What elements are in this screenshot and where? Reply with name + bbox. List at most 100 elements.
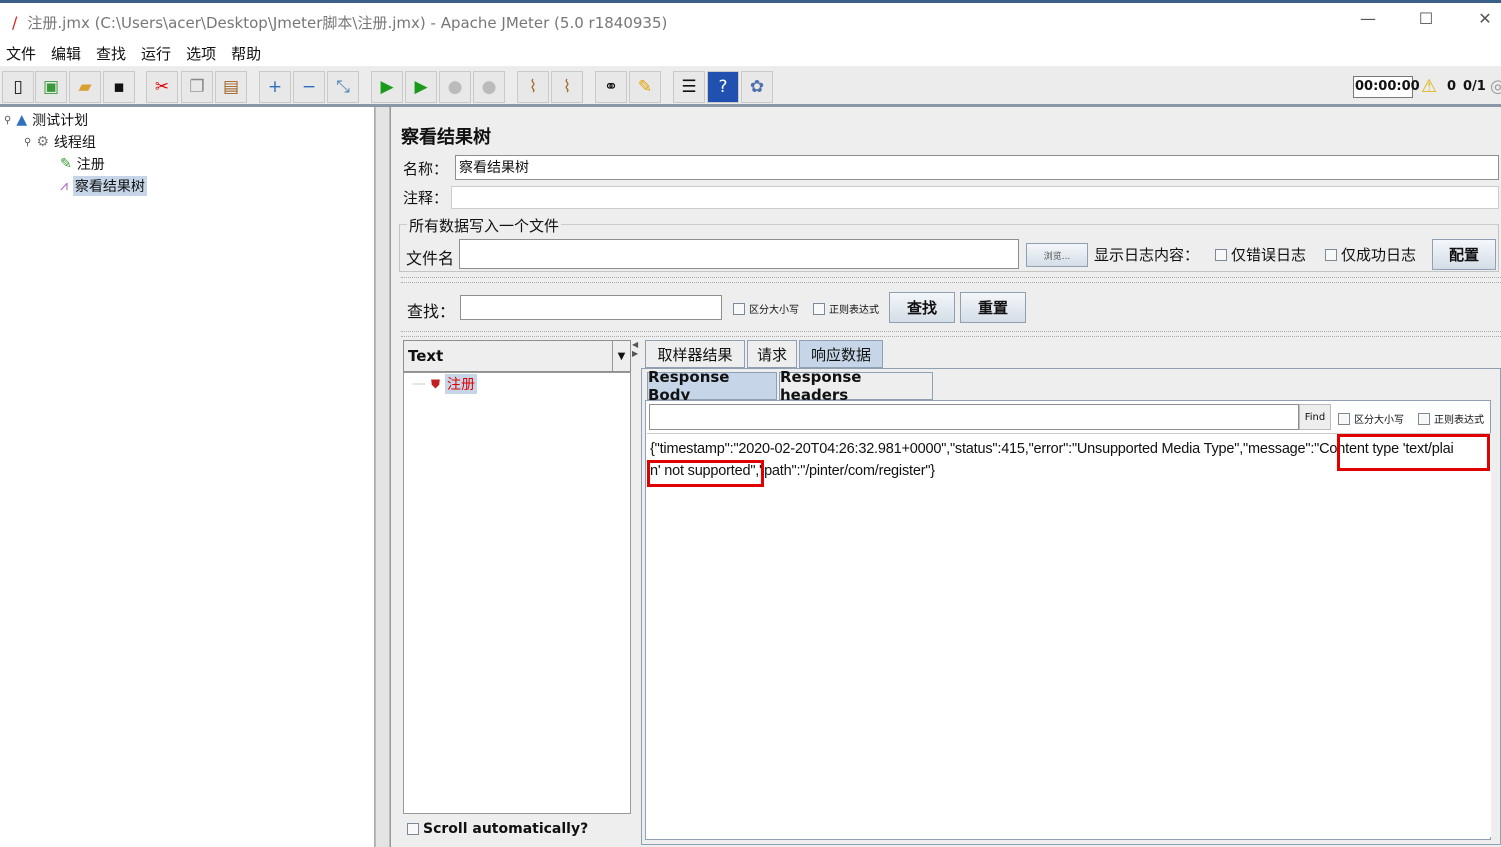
file-group-title: 所有数据写入一个文件	[407, 215, 562, 236]
checkbox-label: 正则表达式	[829, 305, 879, 316]
response-regex-checkbox[interactable]: 正则表达式	[1418, 411, 1484, 426]
file-name-field[interactable]	[459, 239, 1019, 269]
name-label: 名称：	[403, 160, 449, 178]
paste-icon[interactable]: ▤	[215, 71, 247, 103]
body-text: {"timestamp":"2020-02-20T04:26:32.981+00…	[650, 441, 1320, 457]
comments-field[interactable]	[451, 186, 1499, 209]
sample-item[interactable]: — ⛊ 注册	[412, 374, 478, 394]
browse-button[interactable]: 浏览...	[1026, 243, 1088, 267]
comments-label: 注释：	[403, 189, 449, 207]
tree-node-thread-group[interactable]: ⚲ ⚙ 线程组	[24, 132, 96, 152]
tree-node-sampler[interactable]: ✎ 注册	[60, 154, 105, 174]
collapse-arrows-icon[interactable]: ◀ ▶	[632, 340, 640, 370]
reset-button[interactable]: 重置	[960, 292, 1026, 323]
search-field[interactable]	[460, 295, 722, 320]
collapse-icon[interactable]: −	[293, 71, 325, 103]
menu-help[interactable]: 帮助	[231, 43, 261, 64]
name-field[interactable]: 察看结果树	[455, 155, 1499, 180]
jmeter-feather-icon: /	[12, 12, 18, 32]
warning-icon[interactable]: ⚠	[1421, 76, 1437, 97]
split-pane-divider[interactable]	[375, 107, 390, 847]
warning-count: 0	[1447, 79, 1457, 94]
cut-icon[interactable]: ✂	[146, 71, 178, 103]
minimize-button[interactable]: —	[1348, 9, 1388, 35]
renderer-value: Text	[408, 347, 444, 365]
log-content-label: 显示日志内容：	[1094, 246, 1200, 264]
menu-options[interactable]: 选项	[186, 43, 216, 64]
sample-list: — ⛊ 注册	[403, 372, 631, 814]
tab-response-body[interactable]: Response Body	[647, 368, 777, 404]
expand-icon[interactable]: +	[259, 71, 291, 103]
divider-handle[interactable]	[401, 331, 1501, 337]
menu-file[interactable]: 文件	[6, 43, 36, 64]
body-text: ,"path":"/pinter/com/register"}	[755, 463, 935, 479]
tree-node-results-tree[interactable]: ⩘ 察看结果树	[60, 176, 147, 196]
tab-sampler-result[interactable]: 取样器结果	[645, 340, 745, 368]
elapsed-timer: 00:00:00	[1353, 76, 1420, 98]
tree-label: 察看结果树	[72, 176, 147, 196]
help-icon[interactable]: ?	[707, 71, 739, 103]
panel-title: 察看结果树	[401, 127, 491, 148]
response-case-checkbox[interactable]: 区分大小写	[1338, 411, 1404, 426]
response-find-field[interactable]	[649, 404, 1299, 430]
window-title: 注册.jmx (C:\Users\acer\Desktop\Jmeter脚本\注…	[27, 13, 668, 32]
results-tree-panel: 察看结果树 名称： 察看结果树 注释： 所有数据写入一个文件 文件名 浏览...…	[390, 107, 1501, 847]
pipette-icon: ✎	[60, 156, 72, 172]
maximize-button[interactable]: ☐	[1406, 9, 1446, 35]
tab-response-data[interactable]: 响应数据	[799, 340, 883, 368]
menu-run[interactable]: 运行	[141, 43, 171, 64]
close-button[interactable]: ✕	[1465, 9, 1501, 35]
success-only-checkbox[interactable]: 仅成功日志	[1325, 244, 1416, 265]
response-body-text[interactable]: {"timestamp":"2020-02-20T04:26:32.981+00…	[647, 433, 1491, 837]
search-icon[interactable]: ⚭	[595, 71, 627, 103]
tab-request[interactable]: 请求	[747, 340, 797, 368]
response-find-button[interactable]: Find	[1299, 404, 1331, 430]
remote-status-icon: ◎	[1490, 76, 1501, 97]
thread-count: 0/1	[1463, 79, 1486, 94]
regex-checkbox[interactable]: 正则表达式	[813, 301, 879, 316]
copy-icon[interactable]: ❐	[181, 71, 213, 103]
flask-icon: ▲	[16, 112, 28, 128]
checkbox-label: 仅错误日志	[1231, 246, 1307, 264]
tree-label: 线程组	[53, 135, 96, 151]
logger-icon[interactable]: ✿	[741, 71, 773, 103]
test-plan-tree: ⚲ ▲ 测试计划 ⚲ ⚙ 线程组 ✎ 注册 ⩘ 察看结果树	[0, 107, 375, 847]
tab-response-headers[interactable]: Response headers	[779, 368, 933, 404]
checkbox-label: 区分大小写	[749, 305, 799, 316]
errors-only-checkbox[interactable]: 仅错误日志	[1215, 244, 1306, 265]
templates-icon[interactable]: ▣	[35, 71, 67, 103]
save-icon[interactable]: ▪	[103, 71, 135, 103]
tree-label: 测试计划	[32, 113, 89, 129]
toggle-icon[interactable]: ⤡	[327, 71, 359, 103]
tree-node-test-plan[interactable]: ⚲ ▲ 测试计划	[4, 110, 88, 130]
find-button[interactable]: 查找	[889, 292, 955, 323]
title-bar: / 注册.jmx (C:\Users\acer\Desktop\Jmeter脚本…	[0, 3, 1501, 41]
clear-all-icon[interactable]: ⌇	[551, 71, 583, 103]
stop-icon[interactable]: ●	[439, 71, 471, 103]
configure-button[interactable]: 配置	[1432, 239, 1496, 270]
error-shield-icon: ⛊	[431, 376, 441, 391]
start-no-pause-icon[interactable]: ▶	[405, 71, 437, 103]
search-label: 查找：	[407, 302, 456, 321]
chevron-down-icon[interactable]: ▼	[612, 341, 630, 371]
checkbox-label: 正则表达式	[1434, 415, 1484, 426]
open-icon[interactable]: ▰	[69, 71, 101, 103]
checkbox-label: 仅成功日志	[1341, 246, 1417, 264]
clear-icon[interactable]: ⌇	[517, 71, 549, 103]
new-icon[interactable]: ▯	[2, 71, 34, 103]
case-sensitive-checkbox[interactable]: 区分大小写	[733, 301, 799, 316]
menu-bar: 文件 编辑 查找 运行 选项 帮助	[0, 41, 1501, 66]
scroll-automatically-checkbox[interactable]: Scroll automatically?	[407, 821, 588, 837]
shutdown-icon[interactable]: ●	[473, 71, 505, 103]
highlight-box	[647, 460, 764, 487]
checkbox-label: 区分大小写	[1354, 415, 1404, 426]
function-helper-icon[interactable]: ☰	[673, 71, 705, 103]
gear-icon: ⚙	[36, 134, 49, 150]
toolbar: ▯ ▣ ▰ ▪ ✂ ❐ ▤ + − ⤡ ▶ ▶ ● ● ⌇ ⌇ ⚭ ✎ ☰ ? …	[0, 67, 1501, 107]
start-icon[interactable]: ▶	[371, 71, 403, 103]
renderer-select[interactable]: Text ▼	[403, 340, 631, 372]
reset-search-icon[interactable]: ✎	[629, 71, 661, 103]
divider-handle[interactable]	[401, 277, 1501, 283]
menu-edit[interactable]: 编辑	[51, 43, 81, 64]
menu-search[interactable]: 查找	[96, 43, 126, 64]
